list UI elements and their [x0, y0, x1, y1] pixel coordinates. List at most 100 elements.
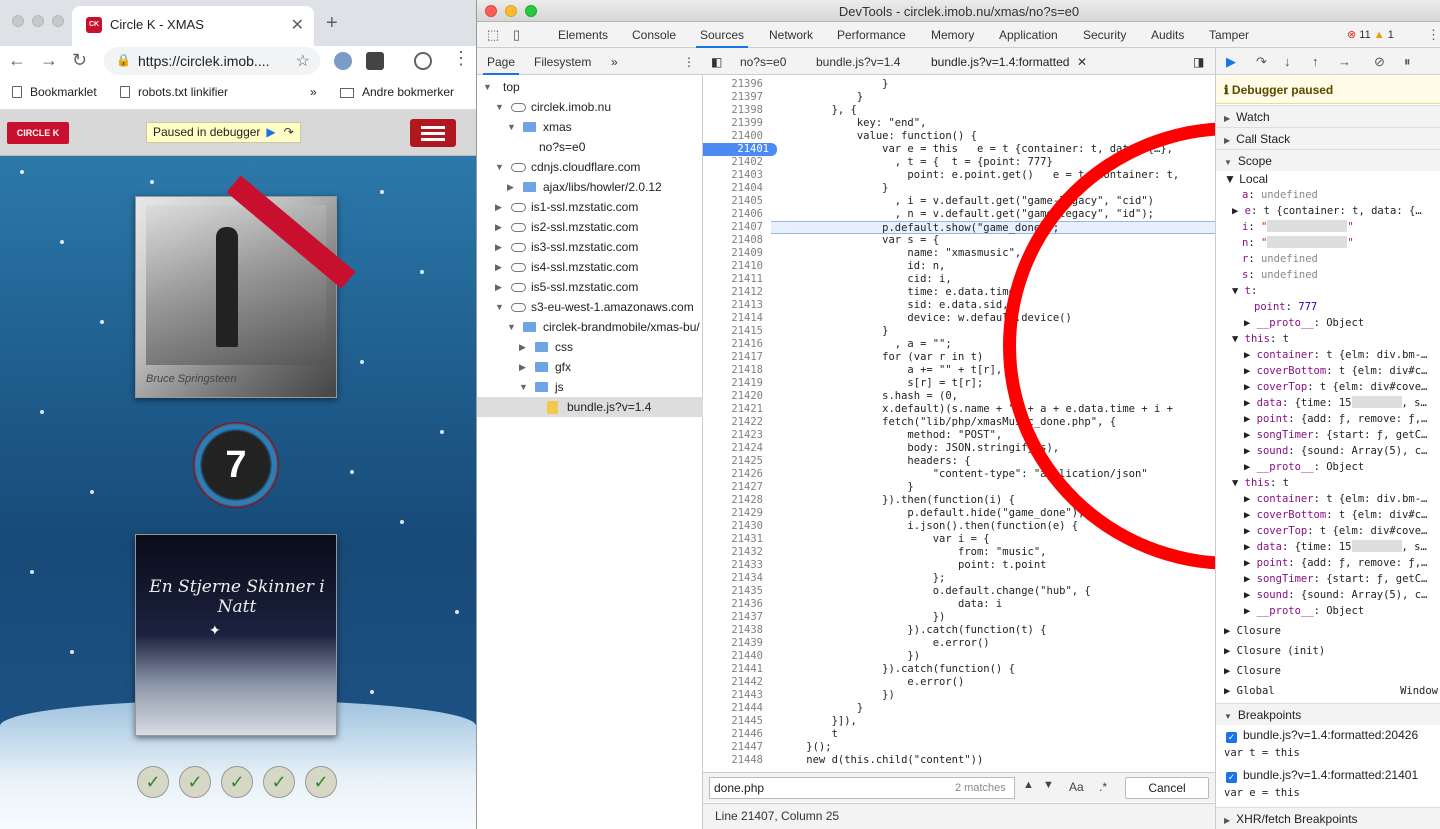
- line-number[interactable]: 21421: [703, 403, 771, 416]
- step-over-icon[interactable]: ↷: [284, 123, 294, 142]
- code-view[interactable]: 21396 } 21397 } 21398 }, {21399 key: "end"…: [703, 76, 1215, 772]
- scope-variable[interactable]: ▶ songTimer: {start: ƒ, getC…: [1216, 427, 1440, 443]
- line-number[interactable]: 21434: [703, 572, 771, 585]
- tree-item-cloud[interactable]: ▶ is1-ssl.mzstatic.com: [477, 197, 703, 217]
- line-number[interactable]: 21415: [703, 325, 771, 338]
- toggle-debugger-icon[interactable]: ◨: [1193, 55, 1204, 69]
- scope-variable[interactable]: i: " ": [1216, 219, 1440, 235]
- search-cancel-button[interactable]: Cancel: [1125, 777, 1209, 799]
- window-zoom-button[interactable]: [52, 15, 64, 27]
- window-close-button[interactable]: [12, 15, 24, 27]
- line-number[interactable]: 21441: [703, 663, 771, 676]
- inspect-element-icon[interactable]: ⬚: [487, 27, 499, 43]
- line-number[interactable]: 21417: [703, 351, 771, 364]
- expand-arrow-icon[interactable]: ▼: [507, 117, 516, 137]
- expand-arrow-icon[interactable]: ▶: [507, 177, 514, 197]
- line-number[interactable]: 21438: [703, 624, 771, 637]
- bookmark-star-icon[interactable]: ☆: [296, 51, 310, 71]
- bookmark-item[interactable]: robots.txt linkifier: [120, 85, 228, 99]
- tab-tamper[interactable]: Tamper: [1209, 28, 1249, 42]
- line-number[interactable]: 21424: [703, 442, 771, 455]
- line-number[interactable]: 21446: [703, 728, 771, 741]
- tab-audits[interactable]: Audits: [1151, 28, 1184, 42]
- breakpoint-gutter-marker[interactable]: 21401: [703, 143, 777, 156]
- breakpoint-item[interactable]: ✓ bundle.js?v=1.4:formatted:20426: [1216, 727, 1440, 743]
- line-number[interactable]: 21426: [703, 468, 771, 481]
- expand-arrow-icon[interactable]: ▶: [495, 237, 502, 257]
- expand-arrow-icon[interactable]: ▶: [519, 357, 526, 377]
- line-number[interactable]: 21440: [703, 650, 771, 663]
- deactivate-breakpoints-icon[interactable]: ⊘: [1374, 54, 1385, 70]
- line-number[interactable]: 21443: [703, 689, 771, 702]
- line-number[interactable]: 21430: [703, 520, 771, 533]
- line-number[interactable]: 21402: [703, 156, 771, 169]
- nav-tab-page[interactable]: Page: [482, 55, 520, 75]
- tab-network[interactable]: Network: [769, 28, 813, 42]
- line-number[interactable]: 21418: [703, 364, 771, 377]
- step-icon[interactable]: →: [1338, 54, 1351, 69]
- scope-variable[interactable]: ▶ container: t {elm: div.bm-…: [1216, 347, 1440, 363]
- expand-arrow-icon[interactable]: ▼: [495, 97, 504, 117]
- scope-variable[interactable]: ▶ coverBottom: t {elm: div#c…: [1216, 507, 1440, 523]
- scope-variable[interactable]: n: " ": [1216, 235, 1440, 251]
- expand-arrow-icon[interactable]: ▼: [495, 297, 504, 317]
- tree-item-folder[interactable]: ▶ ajax/libs/howler/2.0.12: [477, 177, 703, 197]
- line-number[interactable]: 21432: [703, 546, 771, 559]
- pause-on-exceptions-icon[interactable]: ⏸: [1404, 54, 1411, 70]
- extension-menu-icon[interactable]: [366, 52, 384, 70]
- tree-item-folder[interactable]: ▼ xmas: [477, 117, 703, 137]
- editor-tab[interactable]: no?s=e0: [740, 55, 786, 69]
- tab-elements[interactable]: Elements: [558, 28, 608, 42]
- line-number[interactable]: 21416: [703, 338, 771, 351]
- tree-item-folder[interactable]: ▶ css: [477, 337, 703, 357]
- address-url[interactable]: https://circlek.imob....: [138, 53, 269, 69]
- local-scope-header[interactable]: ▼ Local: [1216, 171, 1440, 187]
- section-xhr-breakpoints[interactable]: ▶ XHR/fetch Breakpoints: [1216, 807, 1440, 829]
- breakpoint-checkbox[interactable]: ✓: [1226, 732, 1237, 743]
- line-number[interactable]: 21435: [703, 585, 771, 598]
- regex-toggle[interactable]: .*: [1099, 780, 1107, 794]
- tab-console[interactable]: Console: [632, 28, 676, 42]
- section-breakpoints[interactable]: ▼ Breakpoints: [1216, 703, 1440, 725]
- line-number[interactable]: 21447: [703, 741, 771, 754]
- line-number[interactable]: 21420: [703, 390, 771, 403]
- scope-variable[interactable]: ▶ point: {add: ƒ, remove: ƒ,…: [1216, 555, 1440, 571]
- line-number[interactable]: 21439: [703, 637, 771, 650]
- nav-more-button[interactable]: »: [611, 55, 618, 69]
- scope-variable[interactable]: ▶ coverTop: t {elm: div#cove…: [1216, 523, 1440, 539]
- section-scope[interactable]: ▼ Scope: [1216, 149, 1440, 171]
- scope-variable[interactable]: ▶ sound: {sound: Array(5), c…: [1216, 587, 1440, 603]
- tab-application[interactable]: Application: [999, 28, 1058, 42]
- line-number[interactable]: 21408: [703, 234, 771, 247]
- line-number[interactable]: 21396: [703, 78, 771, 91]
- line-number[interactable]: 21398: [703, 104, 771, 117]
- address-bar[interactable]: 🔒 https://circlek.imob.... ☆: [104, 47, 320, 75]
- line-number[interactable]: 21399: [703, 117, 771, 130]
- tree-item-folder[interactable]: ▼ js: [477, 377, 703, 397]
- close-tab-icon[interactable]: ✕: [291, 15, 304, 35]
- scope-variable[interactable]: ▶ point: {add: ƒ, remove: ƒ,…: [1216, 411, 1440, 427]
- expand-arrow-icon[interactable]: ▼: [507, 317, 516, 337]
- line-number[interactable]: 21423: [703, 429, 771, 442]
- tree-item-cloud[interactable]: ▶ is2-ssl.mzstatic.com: [477, 217, 703, 237]
- tree-item-cloud[interactable]: ▼ cdnjs.cloudflare.com: [477, 157, 703, 177]
- section-watch[interactable]: ▶ Watch: [1216, 105, 1440, 127]
- tree-item-cloud[interactable]: ▶ is3-ssl.mzstatic.com: [477, 237, 703, 257]
- tree-item-jsfile[interactable]: bundle.js?v=1.4: [477, 397, 703, 417]
- line-number[interactable]: 21414: [703, 312, 771, 325]
- editor-tab[interactable]: bundle.js?v=1.4: [816, 55, 900, 69]
- scope-variable[interactable]: ▶ coverTop: t {elm: div#cove…: [1216, 379, 1440, 395]
- line-number[interactable]: 21427: [703, 481, 771, 494]
- tree-item-file[interactable]: no?s=e0: [477, 137, 703, 157]
- scope-variable[interactable]: ▶ __proto__: Object: [1216, 459, 1440, 475]
- line-number[interactable]: 21397: [703, 91, 771, 104]
- bookmark-item[interactable]: Bookmarklet: [12, 85, 97, 99]
- line-number[interactable]: 21400: [703, 130, 771, 143]
- extension-globe-icon[interactable]: [334, 52, 352, 70]
- breakpoint-item[interactable]: ✓ bundle.js?v=1.4:formatted:21401: [1216, 767, 1440, 783]
- forward-icon[interactable]: →: [40, 50, 58, 71]
- closure-scope[interactable]: ▶ Closure: [1216, 663, 1440, 679]
- scope-variable[interactable]: ▶ e: t {container: t, data: {…: [1216, 203, 1440, 219]
- scope-variable[interactable]: ▼ t:: [1216, 283, 1440, 299]
- closure-scope[interactable]: ▶ Closure: [1216, 623, 1440, 639]
